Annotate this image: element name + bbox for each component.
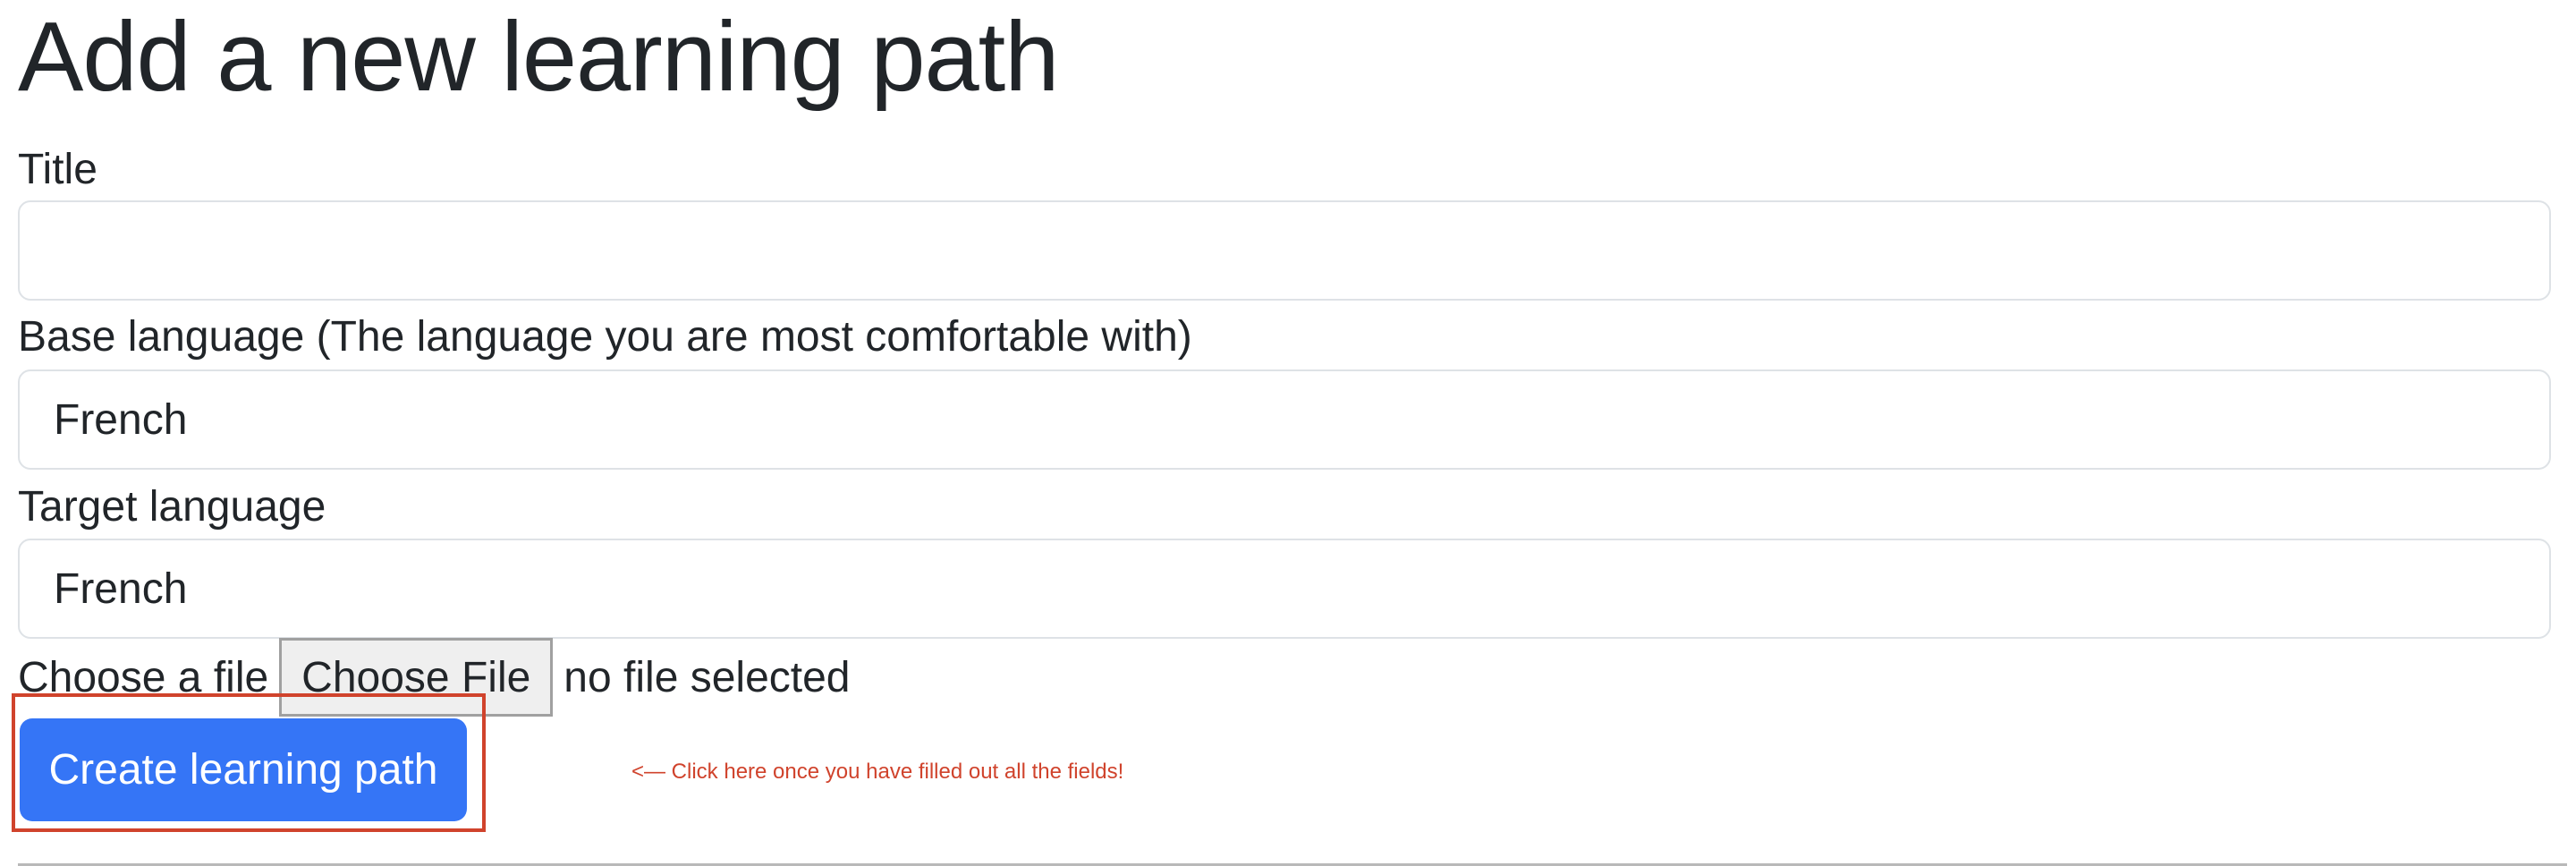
title-input[interactable] bbox=[18, 200, 2551, 301]
title-label: Title bbox=[18, 146, 97, 193]
base-language-select[interactable]: French bbox=[18, 369, 2551, 470]
target-language-select[interactable]: French bbox=[18, 539, 2551, 639]
base-language-value: French bbox=[54, 395, 188, 444]
page-title: Add a new learning path bbox=[18, 2, 1059, 112]
create-learning-path-button[interactable]: Create learning path bbox=[20, 718, 467, 821]
file-status-text: no file selected bbox=[564, 653, 851, 701]
base-language-label: Base language (The language you are most… bbox=[18, 313, 1192, 361]
target-language-label: Target language bbox=[18, 483, 326, 531]
hint-annotation: <— Click here once you have filled out a… bbox=[631, 760, 1124, 784]
target-language-value: French bbox=[54, 565, 188, 613]
